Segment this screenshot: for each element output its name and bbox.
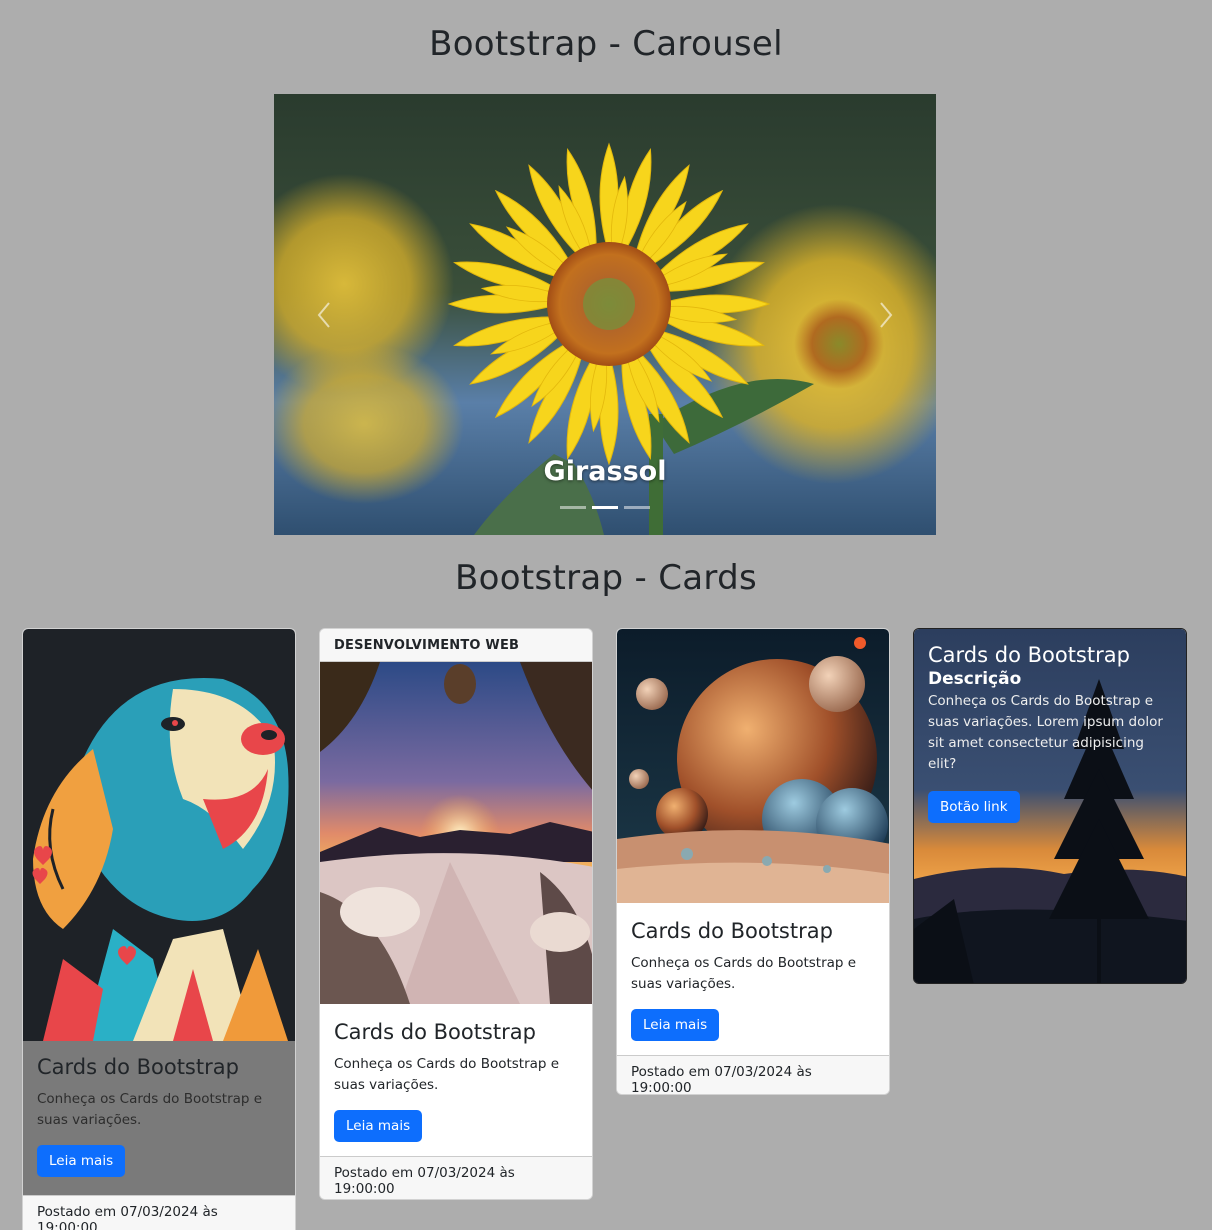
carousel-indicator-1[interactable] (560, 506, 586, 509)
carousel-indicator-3[interactable] (624, 506, 650, 509)
chevron-left-icon (317, 301, 330, 328)
card-subtitle: Descrição (928, 669, 1022, 689)
card-footer: Postado em 07/03/2024 às 19:00:00 (320, 1156, 592, 1199)
card-body: Cards do Bootstrap Conheça os Cards do B… (320, 1004, 592, 1156)
card-title: Cards do Bootstrap (631, 919, 833, 943)
card-title: Cards do Bootstrap (37, 1055, 239, 1079)
card-footer: Postado em 07/03/2024 às 19:00:00 (617, 1055, 889, 1094)
card-title: Cards do Bootstrap (928, 643, 1130, 667)
card-snow-sunset: DESENVOLVIMENTO WEB Cards do Bootstrap C… (319, 628, 593, 1200)
card-planets: Cards do Bootstrap Conheça os Cards do B… (616, 628, 890, 1095)
card-image-snow-sunset (320, 662, 592, 1004)
carousel-indicators (274, 506, 936, 509)
carousel-caption: Girassol (543, 456, 667, 487)
cards-heading: Bootstrap - Cards (455, 558, 757, 598)
carousel-indicator-2[interactable] (592, 506, 618, 509)
card-text: Conheça os Cards do Bootstrap e suas var… (334, 1056, 560, 1093)
card-body: Cards do Bootstrap Conheça os Cards do B… (617, 903, 889, 1055)
card-header: DESENVOLVIMENTO WEB (320, 629, 592, 662)
card-body: Cards do Bootstrap Conheça os Cards do B… (23, 1041, 295, 1195)
card-image-overlay: Cards do Bootstrap Descrição Conheça os … (913, 628, 1187, 984)
chevron-right-icon (880, 301, 893, 328)
card-overlay: Cards do Bootstrap Descrição Conheça os … (914, 629, 1186, 837)
card-text: Conheça os Cards do Bootstrap e suas var… (928, 693, 1163, 772)
read-more-button[interactable]: Leia mais (37, 1145, 126, 1177)
card-text: Conheça os Cards do Bootstrap e suas var… (631, 955, 857, 992)
read-more-button[interactable]: Leia mais (334, 1110, 423, 1142)
read-more-button[interactable]: Leia mais (631, 1009, 720, 1041)
card-image-planets (617, 629, 889, 903)
carousel: Girassol (274, 94, 936, 535)
card-footer: Postado em 07/03/2024 às 19:00:00 (23, 1195, 295, 1230)
card-title: Cards do Bootstrap (334, 1020, 536, 1044)
card-dog: Cards do Bootstrap Conheça os Cards do B… (22, 628, 296, 1230)
card-image-dog (23, 629, 295, 1041)
link-button[interactable]: Botão link (928, 791, 1020, 823)
carousel-heading: Bootstrap - Carousel (429, 24, 783, 64)
card-text: Conheça os Cards do Bootstrap e suas var… (37, 1091, 263, 1128)
